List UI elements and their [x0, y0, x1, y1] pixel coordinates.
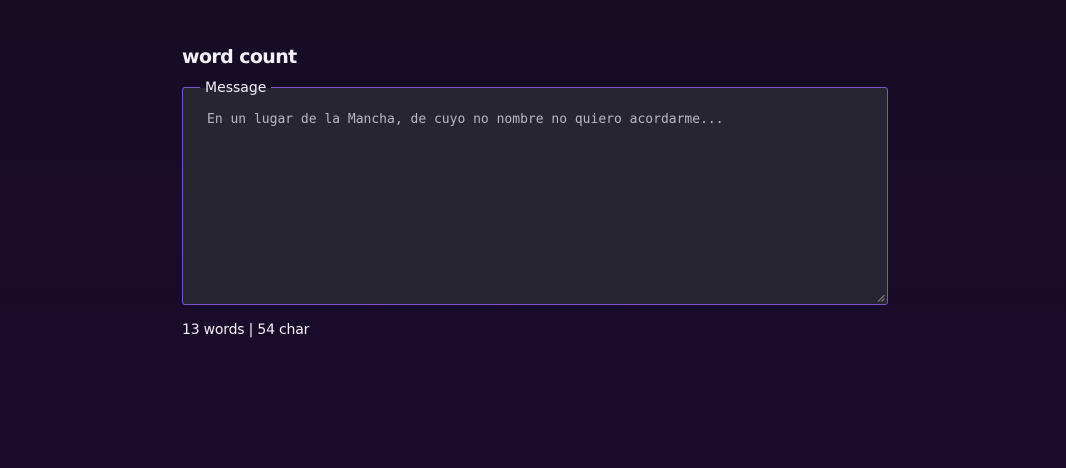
message-textarea[interactable]: En un lugar de la Mancha, de cuyo no nom… — [183, 88, 887, 304]
word-count-app: word count Message En un lugar de la Man… — [182, 44, 888, 338]
message-fieldset: Message En un lugar de la Mancha, de cuy… — [182, 79, 888, 305]
page-title: word count — [182, 46, 297, 68]
word-char-counter: 13 words | 54 char — [182, 322, 310, 338]
resize-handle-icon[interactable] — [877, 294, 885, 302]
